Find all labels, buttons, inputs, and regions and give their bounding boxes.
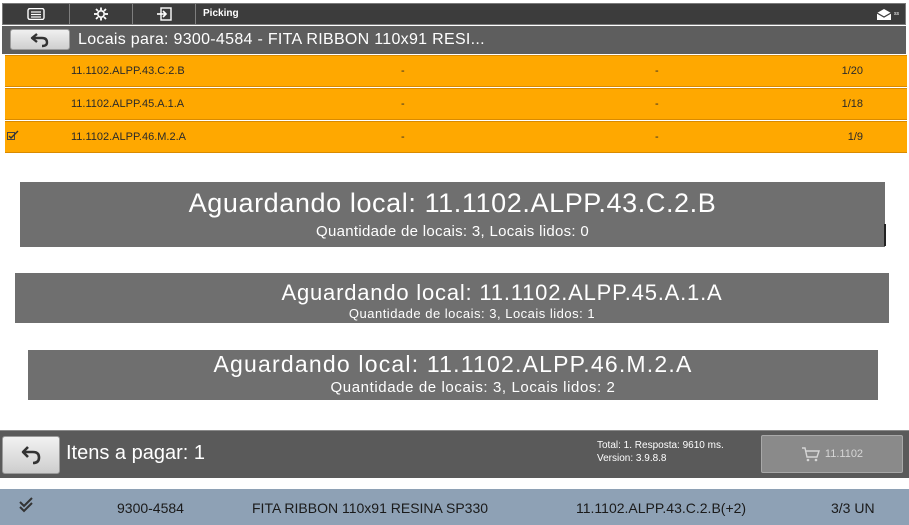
- back-button[interactable]: [10, 29, 70, 50]
- location-col2: -: [401, 98, 405, 110]
- waiting-subtitle: Quantidade de locais: 3, Locais lidos: 1: [348, 306, 596, 321]
- waiting-subtitle: Quantidade de locais: 3, Locais lidos: 2: [330, 379, 616, 396]
- settings-button[interactable]: [70, 4, 132, 24]
- double-check-icon: [18, 489, 36, 525]
- logout-icon: [157, 7, 172, 21]
- location-col3: -: [655, 98, 659, 110]
- waiting-banner: Aguardando local: 11.1102.ALPP.45.A.1.A …: [15, 273, 889, 323]
- notification-badge: ss: [894, 11, 899, 17]
- locations-header: Locais para: 9300-4584 - FITA RIBBON 110…: [2, 26, 906, 54]
- items-header: Itens a pagar: 1 Total: 1. Resposta: 961…: [0, 430, 909, 478]
- location-col2: -: [401, 65, 405, 77]
- items-to-pay-label: Itens a pagar: 1: [66, 442, 205, 464]
- waiting-banner: Aguardando local: 11.1102.ALPP.43.C.2.B …: [20, 182, 885, 247]
- response-stats: Total: 1. Resposta: 9610 ms. Version: 3.…: [597, 439, 724, 465]
- item-location: 11.1102.ALPP.43.C.2.B(+2): [576, 500, 747, 516]
- stats-version: Version: 3.9.8.8: [597, 453, 667, 464]
- cart-button[interactable]: 11.1102: [761, 435, 903, 473]
- waiting-subtitle: Quantidade de locais: 3, Locais lidos: 0: [316, 223, 589, 240]
- divider: [884, 224, 886, 246]
- cart-label: 11.1102: [824, 448, 864, 460]
- back-arrow-icon: [21, 446, 41, 465]
- back-button[interactable]: [2, 436, 60, 474]
- item-quantity: 3/3 UN: [831, 500, 875, 516]
- cart-icon: [801, 447, 820, 462]
- location-col3: -: [655, 131, 659, 143]
- location-col3: -: [655, 65, 659, 77]
- page-title: Locais para: 9300-4584 - FITA RIBBON 110…: [78, 31, 485, 48]
- item-description: FITA RIBBON 110x91 RESINA SP330: [252, 500, 489, 516]
- location-row[interactable]: 11.1102.ALPP.45.A.1.A - - 1/18: [5, 88, 907, 120]
- location-count: 1/18: [841, 98, 863, 110]
- notification-icon: [876, 8, 892, 20]
- location-col2: -: [401, 131, 405, 143]
- item-row[interactable]: 9300-4584 FITA RIBBON 110x91 RESINA SP33…: [0, 489, 909, 525]
- top-toolbar: Picking ss: [2, 3, 906, 25]
- notification-button[interactable]: ss: [867, 6, 899, 22]
- toolbar-title: Picking: [203, 8, 239, 19]
- location-code: 11.1102.ALPP.46.M.2.A: [71, 131, 186, 143]
- menu-button[interactable]: [3, 4, 69, 24]
- location-count: 1/9: [847, 131, 863, 143]
- waiting-title: Aguardando local: 11.1102.ALPP.45.A.1.A: [281, 280, 723, 305]
- item-code: 9300-4584: [117, 500, 184, 516]
- location-code: 11.1102.ALPP.45.A.1.A: [71, 98, 185, 110]
- location-count: 1/20: [841, 65, 863, 77]
- logout-button[interactable]: [133, 4, 195, 24]
- waiting-title: Aguardando local: 11.1102.ALPP.46.M.2.A: [213, 351, 693, 377]
- waiting-title: Aguardando local: 11.1102.ALPP.43.C.2.B: [188, 188, 717, 218]
- menu-icon: [27, 8, 45, 20]
- stats-total: Total: 1. Resposta: 9610 ms.: [597, 440, 724, 451]
- location-row[interactable]: 11.1102.ALPP.46.M.2.A - - 1/9: [5, 121, 907, 153]
- back-arrow-icon: [30, 32, 49, 47]
- checked-icon: [7, 122, 19, 152]
- locations-list: 11.1102.ALPP.43.C.2.B - - 1/20 11.1102.A…: [5, 55, 907, 155]
- waiting-banner: Aguardando local: 11.1102.ALPP.46.M.2.A …: [28, 350, 878, 400]
- location-row[interactable]: 11.1102.ALPP.43.C.2.B - - 1/20: [5, 55, 907, 87]
- location-code: 11.1102.ALPP.43.C.2.B: [71, 65, 185, 77]
- settings-icon: [94, 7, 108, 21]
